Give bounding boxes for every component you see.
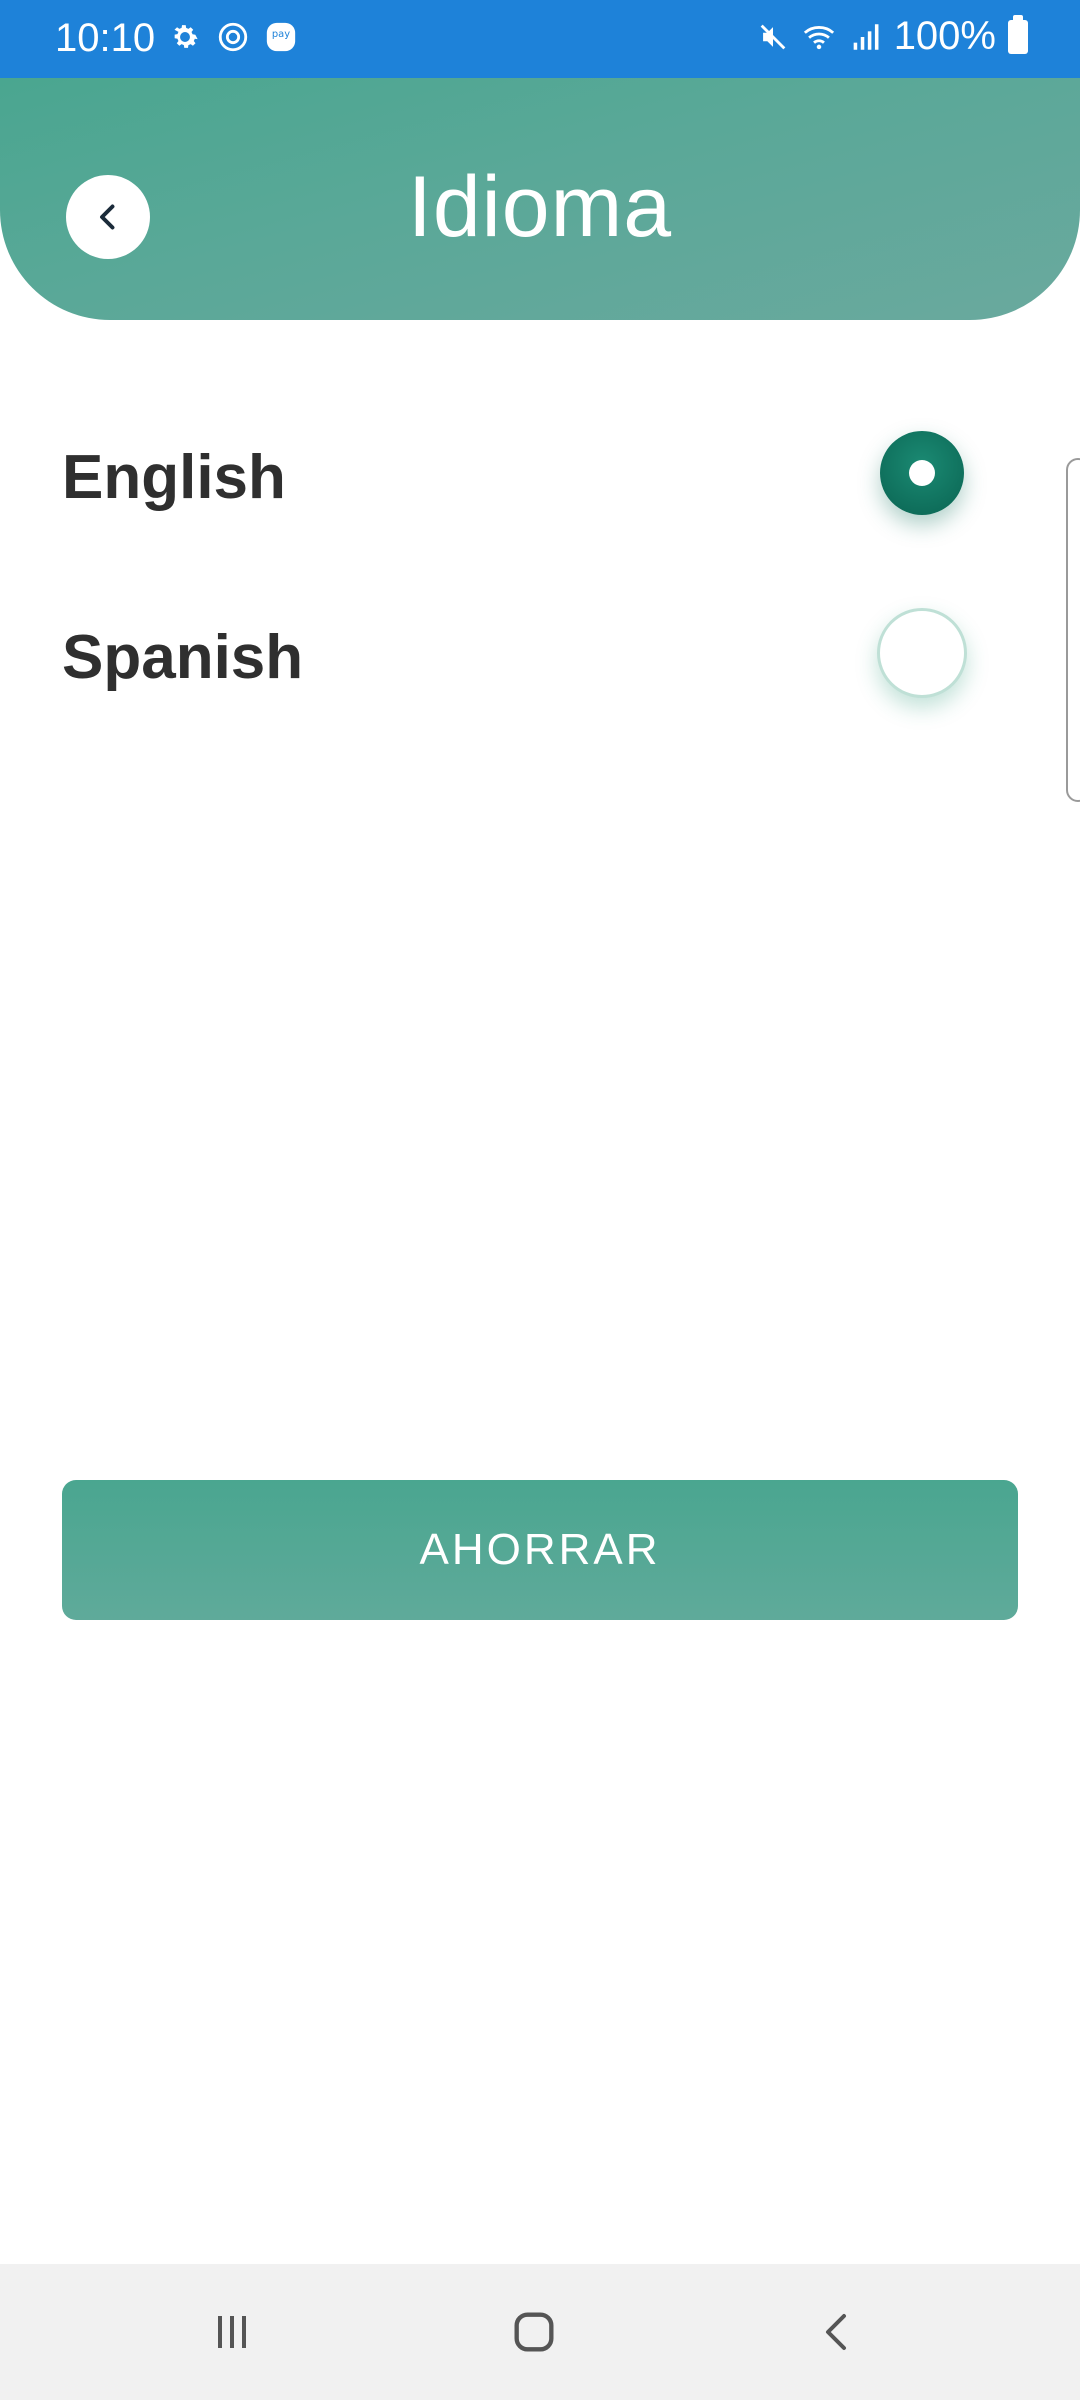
- option-label: Spanish: [62, 623, 304, 692]
- header: Idioma: [0, 78, 1080, 320]
- settings-icon: [174, 25, 198, 48]
- save-button[interactable]: AHORRAR: [62, 1480, 1018, 1620]
- edge-panel-handle[interactable]: [1066, 458, 1080, 802]
- page-title: Idioma: [407, 159, 673, 255]
- recent-apps-button[interactable]: [200, 2300, 264, 2364]
- nav-back-button[interactable]: [806, 2300, 870, 2364]
- back-icon: [826, 2314, 846, 2350]
- radio-english[interactable]: [862, 408, 982, 538]
- status-right: 100%: [756, 14, 1028, 59]
- radio-spanish[interactable]: [862, 588, 982, 718]
- radio-unselected-indicator: [877, 608, 967, 698]
- recent-apps-icon: [218, 2316, 246, 2348]
- mute-icon: [760, 24, 786, 49]
- home-button[interactable]: [502, 2300, 566, 2364]
- home-icon: [514, 2312, 554, 2352]
- pay-icon: pay: [266, 22, 296, 52]
- battery-percent: 100%: [893, 14, 996, 58]
- option-label: English: [62, 443, 286, 512]
- screen-record-icon: [218, 22, 248, 52]
- radio-selected-indicator: [880, 431, 964, 515]
- wifi-icon: [803, 25, 834, 49]
- battery-icon: [1008, 14, 1028, 54]
- signal-icon: [853, 23, 879, 50]
- language-option-spanish[interactable]: Spanish: [62, 588, 1002, 728]
- status-bar: 10:10 pay 100%: [0, 0, 1080, 78]
- svg-text:pay: pay: [272, 29, 290, 40]
- status-time: 10:10: [55, 16, 156, 60]
- navigation-bar: [0, 2264, 1080, 2400]
- status-left-icons: pay: [168, 20, 298, 54]
- language-option-english[interactable]: English: [62, 408, 1002, 548]
